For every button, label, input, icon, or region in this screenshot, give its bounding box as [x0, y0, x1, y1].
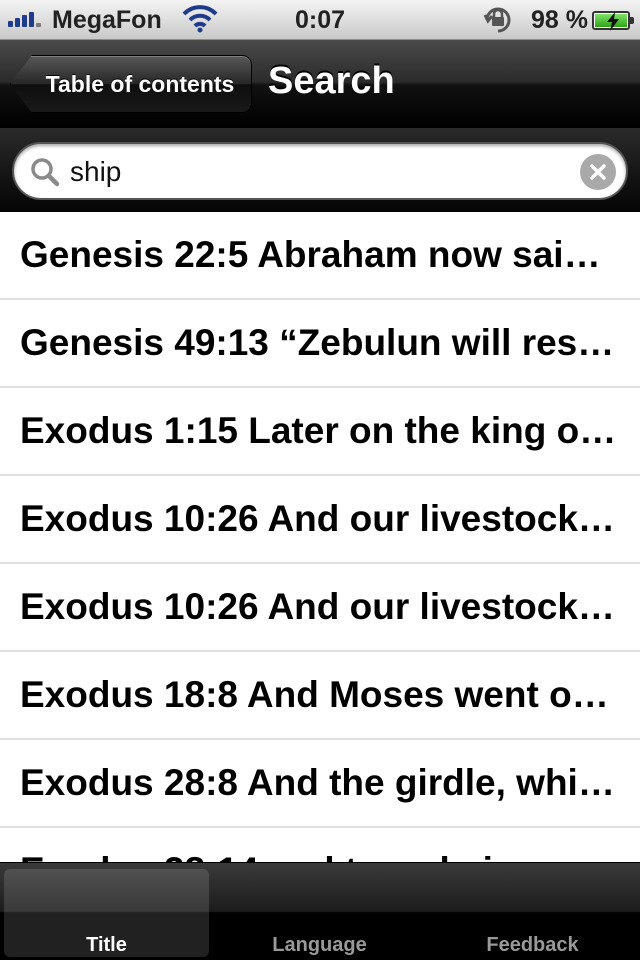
search-input[interactable]: [70, 154, 570, 190]
tab-bar: Title Language Feedback: [0, 862, 640, 960]
clear-search-button[interactable]: [580, 154, 616, 190]
search-bar: [0, 128, 640, 212]
search-result-item[interactable]: Exodus 10:26 And our livestock also will…: [0, 476, 640, 564]
close-icon: [590, 164, 606, 180]
search-results-list[interactable]: Genesis 22:5 Abraham now said to his att…: [0, 212, 640, 862]
tab-label: Title: [86, 934, 127, 956]
search-field[interactable]: [12, 142, 628, 200]
navigation-bar: Table of contents Search: [0, 40, 640, 128]
page-title: Search: [268, 60, 395, 102]
search-icon: [30, 157, 60, 192]
tab-label: Language: [272, 934, 367, 956]
search-result-item[interactable]: Exodus 28:14 and two chains: [0, 828, 640, 862]
status-bar: MegaFon 0:07 98 %: [0, 0, 640, 40]
search-result-item[interactable]: Exodus 1:15 Later on the king of Egypt: [0, 388, 640, 476]
tab-label: Feedback: [486, 934, 579, 956]
search-result-item[interactable]: Genesis 22:5 Abraham now said to his att…: [0, 212, 640, 300]
search-result-item[interactable]: Genesis 49:13 “Zebulun will reside by th…: [0, 300, 640, 388]
back-button-table-of-contents[interactable]: Table of contents: [10, 55, 252, 113]
tab-title[interactable]: Title: [0, 863, 213, 960]
search-result-item[interactable]: Exodus 10:26 And our livestock also will…: [0, 564, 640, 652]
search-result-item[interactable]: Exodus 28:8 And the girdle, which is upo…: [0, 740, 640, 828]
rotation-lock-icon: [482, 5, 514, 42]
search-result-item[interactable]: Exodus 18:8 And Moses went on to relate: [0, 652, 640, 740]
battery-charging-icon: [592, 11, 634, 31]
tab-language[interactable]: Language: [213, 863, 426, 960]
tab-feedback[interactable]: Feedback: [426, 863, 639, 960]
battery-percent: 98 %: [531, 6, 588, 34]
